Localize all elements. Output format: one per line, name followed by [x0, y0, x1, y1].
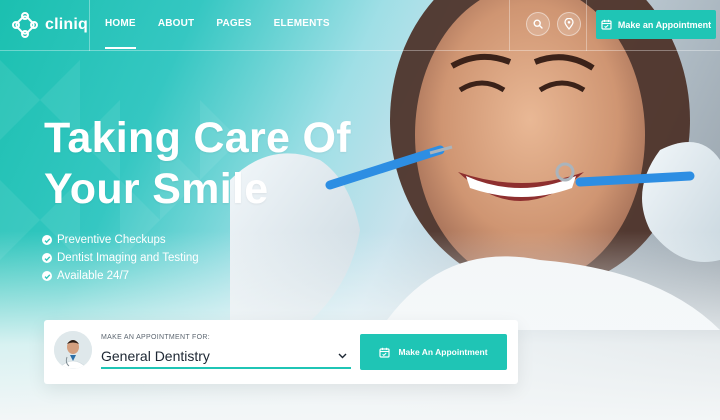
make-appointment-submit-button[interactable]: Make An Appointment [360, 334, 507, 370]
nav-item-elements[interactable]: ELEMENTS [274, 18, 330, 29]
doctor-avatar [54, 331, 92, 369]
appointment-card: MAKE AN APPOINTMENT FOR: General Dentist… [44, 320, 518, 384]
feature-list: Preventive Checkups Dentist Imaging and … [42, 231, 199, 285]
service-select[interactable]: General Dentistry [101, 345, 351, 369]
location-pin-icon [564, 18, 574, 30]
logo[interactable]: cliniq [10, 9, 90, 41]
feature-label: Available 24/7 [57, 270, 130, 282]
headline-line-2: Your Smile [44, 165, 269, 213]
make-appointment-submit-label: Make An Appointment [398, 347, 488, 357]
check-circle-icon [42, 253, 52, 263]
feature-item: Preventive Checkups [42, 231, 199, 249]
feature-item: Dentist Imaging and Testing [42, 249, 199, 267]
nav-item-pages[interactable]: PAGES [216, 18, 251, 29]
logo-text: cliniq [45, 16, 88, 33]
chevron-down-icon [338, 353, 347, 359]
main-menu: HOME ABOUT PAGES ELEMENTS [105, 18, 330, 49]
appointment-label: MAKE AN APPOINTMENT FOR: [101, 334, 210, 341]
nav-divider [586, 0, 587, 51]
nav-item-home[interactable]: HOME [105, 18, 136, 49]
feature-item: Available 24/7 [42, 267, 199, 285]
feature-label: Dentist Imaging and Testing [57, 252, 199, 264]
headline-line-1: Taking Care Of [44, 114, 351, 162]
nav-divider [89, 0, 90, 51]
check-circle-icon [42, 271, 52, 281]
service-select-value: General Dentistry [101, 348, 210, 364]
hero-headline: Taking Care Of Your Smile [44, 113, 351, 215]
nav-divider [509, 0, 510, 51]
search-icon [533, 19, 543, 29]
search-button[interactable] [526, 12, 550, 36]
top-navigation: cliniq HOME ABOUT PAGES ELEMENTS Make an… [0, 0, 720, 51]
calendar-icon [601, 19, 612, 30]
make-appointment-label: Make an Appointment [617, 19, 712, 30]
logo-icon [12, 12, 38, 38]
check-circle-icon [42, 235, 52, 245]
location-button[interactable] [557, 12, 581, 36]
calendar-icon [379, 347, 391, 358]
nav-item-about[interactable]: ABOUT [158, 18, 195, 29]
make-appointment-button[interactable]: Make an Appointment [596, 10, 716, 39]
feature-label: Preventive Checkups [57, 234, 166, 246]
